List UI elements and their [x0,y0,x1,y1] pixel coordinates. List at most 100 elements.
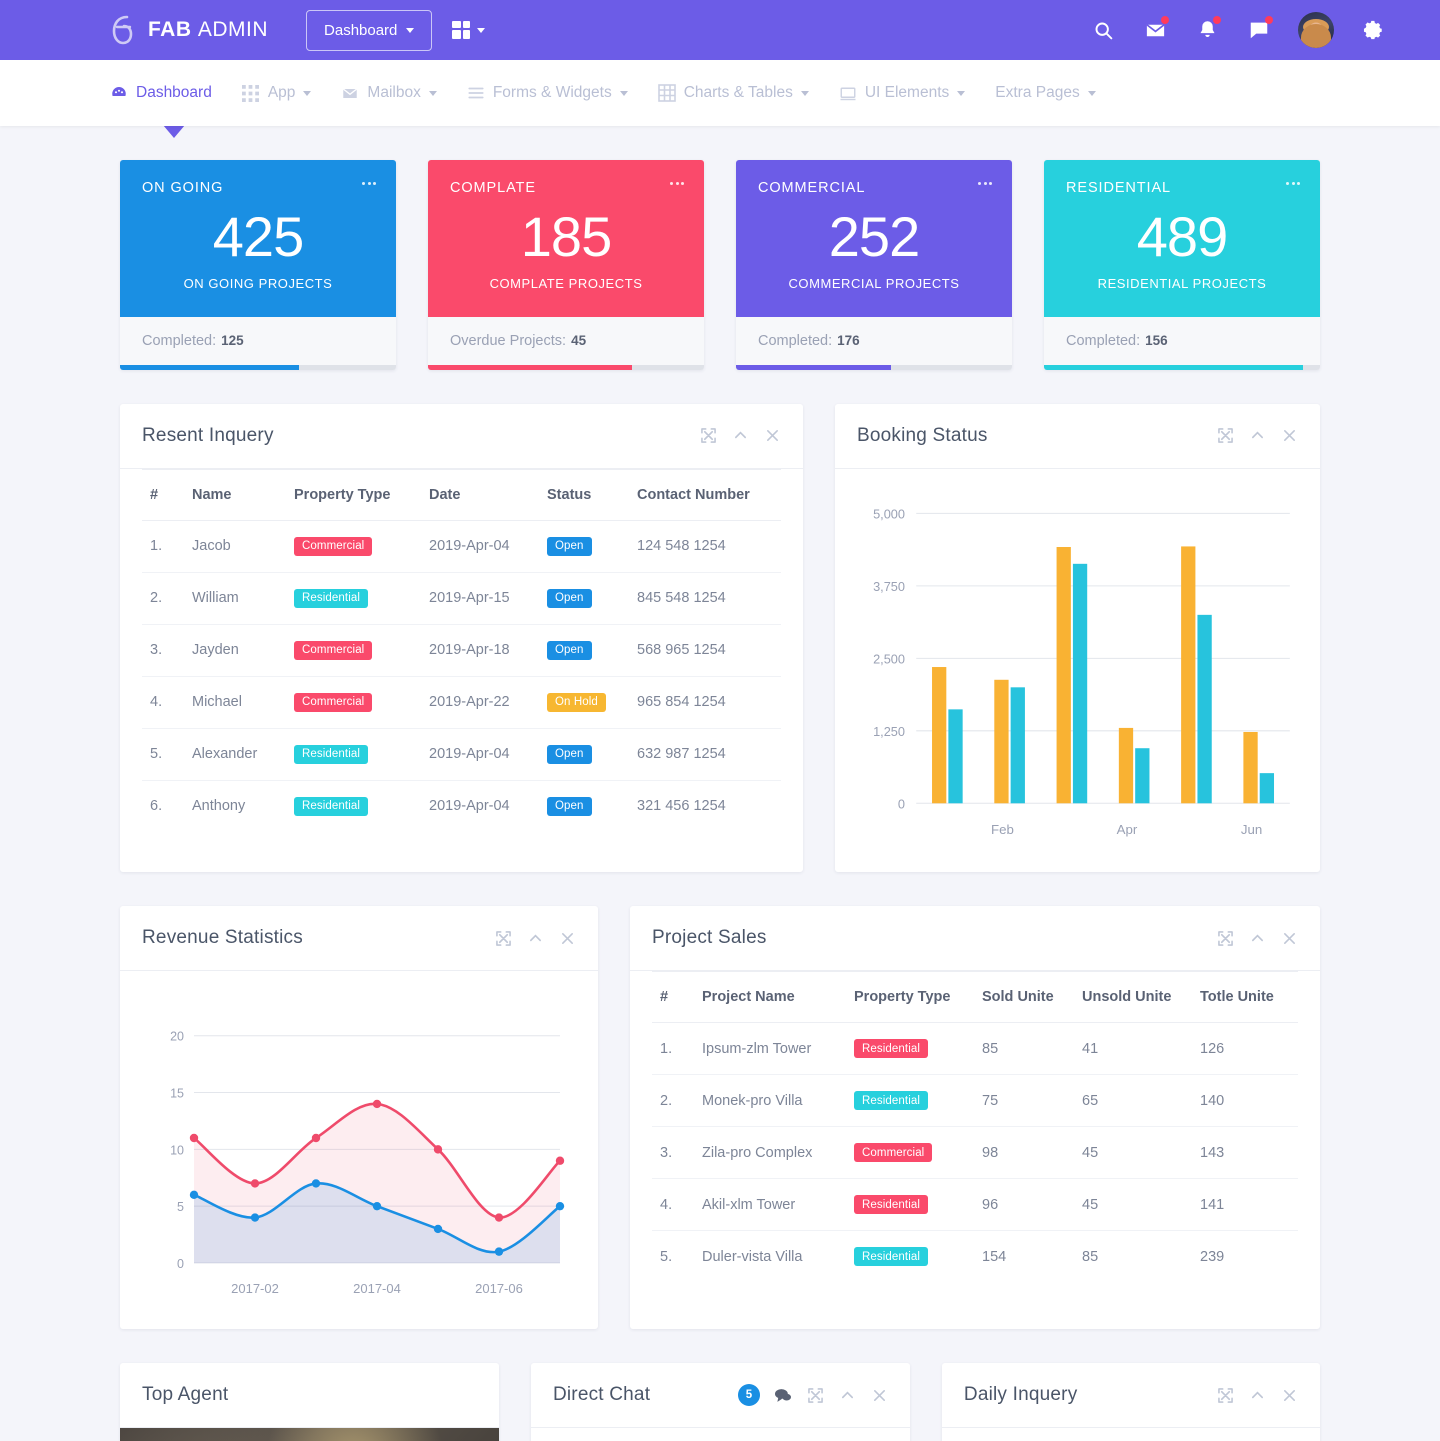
chevron-down-icon [1087,90,1096,96]
cell-total: 140 [1192,1074,1298,1128]
close-icon[interactable] [1281,930,1298,947]
card-header: Revenue Statistics [120,906,598,972]
cell-project: Zila-pro Complex [694,1126,846,1180]
status-badge: Open [547,796,592,816]
brand-logo-area[interactable]: FAB ADMIN [108,14,268,46]
brand-title: FAB ADMIN [148,18,268,42]
col-sold: Sold Unite [974,971,1074,1024]
table-row[interactable]: 4. Akil-xlm Tower Residential 96 45 141 [652,1178,1298,1232]
page-title: Daily Inquery [963,1384,1078,1406]
cell-date: 2019-Apr-04 [421,728,539,781]
cell-contact: 965 854 1254 [629,676,781,729]
table-row[interactable]: 5. Duler-vista Villa Residential 154 85 … [652,1231,1298,1283]
collapse-chevron-icon[interactable] [1249,427,1266,444]
status-badge: Residential [294,796,368,816]
table-row[interactable]: 1. Ipsum-zlm Tower Residential 85 41 126 [652,1022,1298,1076]
collapse-chevron-icon[interactable] [1249,1387,1266,1404]
nav-item-forms-widgets[interactable]: Forms & Widgets [467,84,628,102]
nav-item-extra-pages[interactable]: Extra Pages [995,84,1096,102]
more-options-icon[interactable] [670,182,684,185]
nav-item-charts-tables[interactable]: Charts & Tables [657,84,809,102]
gear-icon[interactable] [1360,17,1386,43]
bell-icon[interactable] [1194,16,1221,43]
close-icon[interactable] [871,1387,888,1404]
dashboard-dropdown-button[interactable]: Dashboard [306,9,433,51]
stat-foot-label: Completed: [1066,332,1141,349]
mail-icon[interactable] [1142,16,1169,43]
collapse-chevron-icon[interactable] [839,1387,856,1404]
more-options-icon[interactable] [1286,182,1300,185]
table-row[interactable]: 1. Jacob Commercial 2019-Apr-04 Open 124… [142,520,781,573]
status-badge: Residential [854,1247,928,1267]
collapse-chevron-icon[interactable] [1249,930,1266,947]
status-badge: Commercial [294,536,373,556]
close-icon[interactable] [764,427,781,444]
page-title: Booking Status [857,424,988,446]
card-tools [1217,1387,1298,1404]
cell-index: 4. [142,676,184,729]
chat-message-list: James Anderson April 14, 2017 Hi [531,1428,910,1441]
svg-text:2017-06: 2017-06 [475,1281,523,1296]
close-icon[interactable] [559,930,576,947]
expand-icon[interactable] [1217,930,1234,947]
cell-property-type: Residential [846,1022,974,1076]
table-row[interactable]: 6. Anthony Residential 2019-Apr-04 Open … [142,780,781,832]
svg-text:10: 10 [170,1144,184,1158]
stat-value: 252 [828,205,920,268]
table-row[interactable]: 5. Alexander Residential 2019-Apr-04 Ope… [142,728,781,781]
search-icon[interactable] [1090,17,1116,43]
more-options-icon[interactable] [978,182,992,185]
expand-icon[interactable] [495,930,512,947]
cell-date: 2019-Apr-15 [421,572,539,625]
dropdown-pointer-triangle [152,126,196,138]
expand-icon[interactable] [807,1387,824,1404]
table-row[interactable]: 2. Monek-pro Villa Residential 75 65 140 [652,1074,1298,1128]
svg-text:Feb: Feb [991,822,1014,837]
main-content: ON GOING 425 ON GOING PROJECTS Completed… [0,126,1440,1441]
close-icon[interactable] [1281,1387,1298,1404]
col-project: Project Name [694,971,846,1024]
cell-project: Akil-xlm Tower [694,1178,846,1232]
table-header-row: # Project Name Property Type Sold Unite … [652,971,1298,1024]
expand-icon[interactable] [1217,427,1234,444]
cell-property-type: Residential [286,572,421,625]
nav-item-dashboard[interactable]: Dashboard [110,84,212,102]
avatar[interactable] [1298,12,1334,48]
cell-property-type: Residential [846,1178,974,1232]
cell-contact: 568 965 1254 [629,624,781,677]
chat-icon[interactable] [1246,16,1273,43]
chat-bubble-icon[interactable] [775,1387,792,1404]
table-row[interactable]: 3. Zila-pro Complex Commercial 98 45 143 [652,1126,1298,1180]
grid-apps-icon [452,21,471,39]
cell-sold: 98 [974,1126,1074,1180]
stat-footer: Overdue Projects: 45 [428,316,704,365]
nav-item-mailbox[interactable]: Mailbox [341,84,437,102]
progress-bar [1044,364,1320,370]
table-row[interactable]: 3. Jayden Commercial 2019-Apr-18 Open 56… [142,624,781,677]
apps-grid-button[interactable] [452,21,486,39]
nav-item-app[interactable]: App [242,84,312,102]
col-unsold: Unsold Unite [1074,971,1192,1024]
stat-title: COMMERCIAL [758,180,866,196]
cell-status: Open [539,572,629,625]
cell-project: Monek-pro Villa [694,1074,846,1128]
status-badge: Open [547,744,592,764]
close-icon[interactable] [1281,427,1298,444]
nav-label: Mailbox [367,84,421,101]
expand-icon[interactable] [700,427,717,444]
table-row[interactable]: 2. William Residential 2019-Apr-15 Open … [142,572,781,625]
project-sales-table: # Project Name Property Type Sold Unite … [652,971,1298,1282]
cell-status: Open [539,728,629,781]
table-row[interactable]: 4. Michael Commercial 2019-Apr-22 On Hol… [142,676,781,729]
table-header-row: # Name Property Type Date Status Contact… [142,468,781,521]
collapse-chevron-icon[interactable] [527,930,544,947]
nav-item-ui-elements[interactable]: UI Elements [839,84,966,102]
cell-total: 126 [1192,1022,1298,1076]
chevron-down-icon [406,27,415,33]
more-options-icon[interactable] [362,182,376,185]
card-tools [700,427,781,444]
collapse-chevron-icon[interactable] [732,427,749,444]
cell-total: 239 [1200,1248,1225,1265]
expand-icon[interactable] [1217,1387,1234,1404]
agent-cover-photo: Michael Jorden Ipsum Dummy [120,1428,499,1441]
